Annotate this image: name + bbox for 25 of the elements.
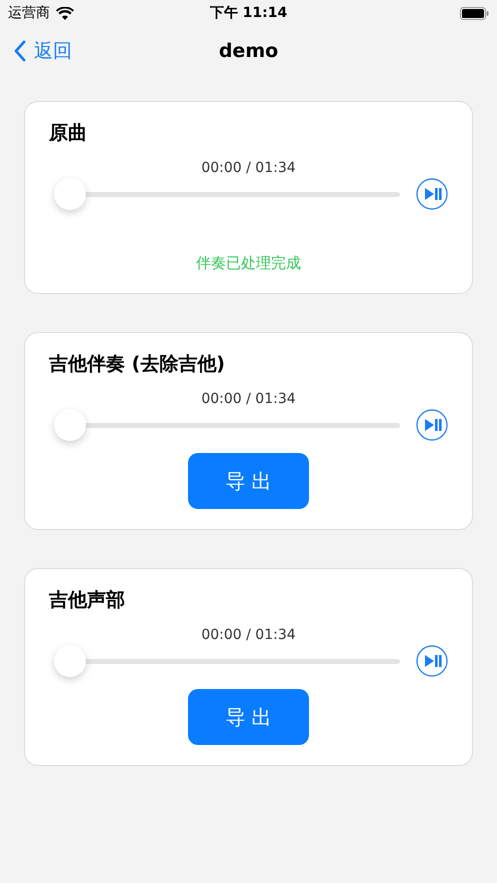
wifi-icon: [56, 6, 74, 20]
back-button[interactable]: 返回: [14, 38, 72, 64]
slider-thumb[interactable]: [54, 645, 86, 677]
progress-slider[interactable]: [54, 645, 400, 677]
play-pause-button[interactable]: [416, 178, 448, 210]
play-pause-button[interactable]: [416, 645, 448, 677]
export-button[interactable]: 导 出: [188, 453, 309, 509]
carrier-text: 运营商: [8, 4, 50, 22]
nav-title: demo: [218, 40, 278, 62]
clock-text: 下午 11:14: [210, 4, 288, 22]
track-title: 吉他声部: [49, 588, 125, 613]
export-button[interactable]: 导 出: [188, 689, 309, 745]
progress-slider[interactable]: [54, 409, 400, 441]
time-text: 00:00 / 01:34: [201, 391, 296, 407]
track-title: 吉他伴奏 (去除吉他): [49, 352, 225, 377]
progress-slider[interactable]: [54, 178, 400, 210]
time-text: 00:00 / 01:34: [201, 160, 296, 176]
play-pause-button[interactable]: [416, 409, 448, 441]
status-text: 伴奏已处理完成: [196, 254, 301, 273]
chevron-left-icon: [14, 40, 26, 62]
slider-thumb[interactable]: [54, 409, 86, 441]
battery-icon: [460, 6, 489, 20]
track-title: 原曲: [49, 121, 87, 146]
slider-thumb[interactable]: [54, 178, 86, 210]
time-text: 00:00 / 01:34: [201, 627, 296, 643]
